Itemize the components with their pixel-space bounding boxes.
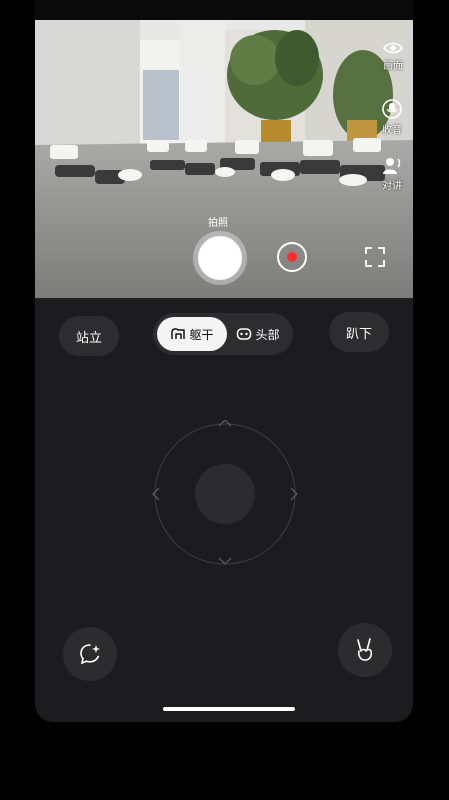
audio-toggle[interactable]: 收音: [381, 98, 403, 136]
mode-body-tab[interactable]: 躯干: [157, 317, 227, 351]
audio-toggle-label: 收音: [382, 125, 402, 136]
lie-down-label: 趴下: [345, 326, 372, 342]
eye-icon: [383, 42, 403, 54]
chevron-down-icon: [218, 557, 232, 565]
lie-down-button[interactable]: 趴下: [329, 312, 389, 352]
shutter-label: 拍照: [208, 218, 228, 229]
mode-head-label: 头部: [255, 327, 280, 342]
robot-controller-screen: 画面 收音 对讲 拍照 站立 趴下 躯干 头部: [35, 0, 413, 722]
status-strip: [35, 0, 413, 20]
mode-toggle: 躯干 头部: [153, 313, 293, 355]
shutter-button[interactable]: [193, 231, 247, 285]
joystick-knob[interactable]: [195, 464, 255, 524]
view-toggle-label: 画面: [383, 61, 403, 72]
view-toggle[interactable]: 画面: [383, 40, 403, 72]
intercom-icon: [383, 158, 401, 174]
chevron-left-icon: [152, 487, 160, 501]
gesture-button[interactable]: [338, 623, 392, 677]
chevron-up-icon: [218, 420, 232, 427]
record-button[interactable]: [277, 242, 307, 272]
chat-button[interactable]: [63, 627, 117, 681]
mode-body-label: 躯干: [189, 327, 214, 342]
stand-label: 站立: [75, 330, 102, 346]
intercom-toggle-label: 对讲: [382, 181, 402, 192]
record-dot-icon: [287, 252, 297, 262]
stand-button[interactable]: 站立: [59, 316, 119, 356]
victory-hand-icon: [357, 638, 373, 661]
chevron-right-icon: [290, 487, 298, 501]
robot-body-icon: [171, 328, 186, 339]
chat-sparkle-icon: [80, 644, 100, 665]
home-indicator[interactable]: [163, 707, 295, 711]
fullscreen-icon[interactable]: [364, 246, 386, 268]
intercom-toggle[interactable]: 对讲: [381, 156, 403, 192]
microphone-icon: [382, 99, 402, 119]
mode-head-tab[interactable]: 头部: [227, 317, 289, 351]
robot-head-icon: [237, 328, 252, 340]
shutter-inner: [198, 236, 242, 280]
